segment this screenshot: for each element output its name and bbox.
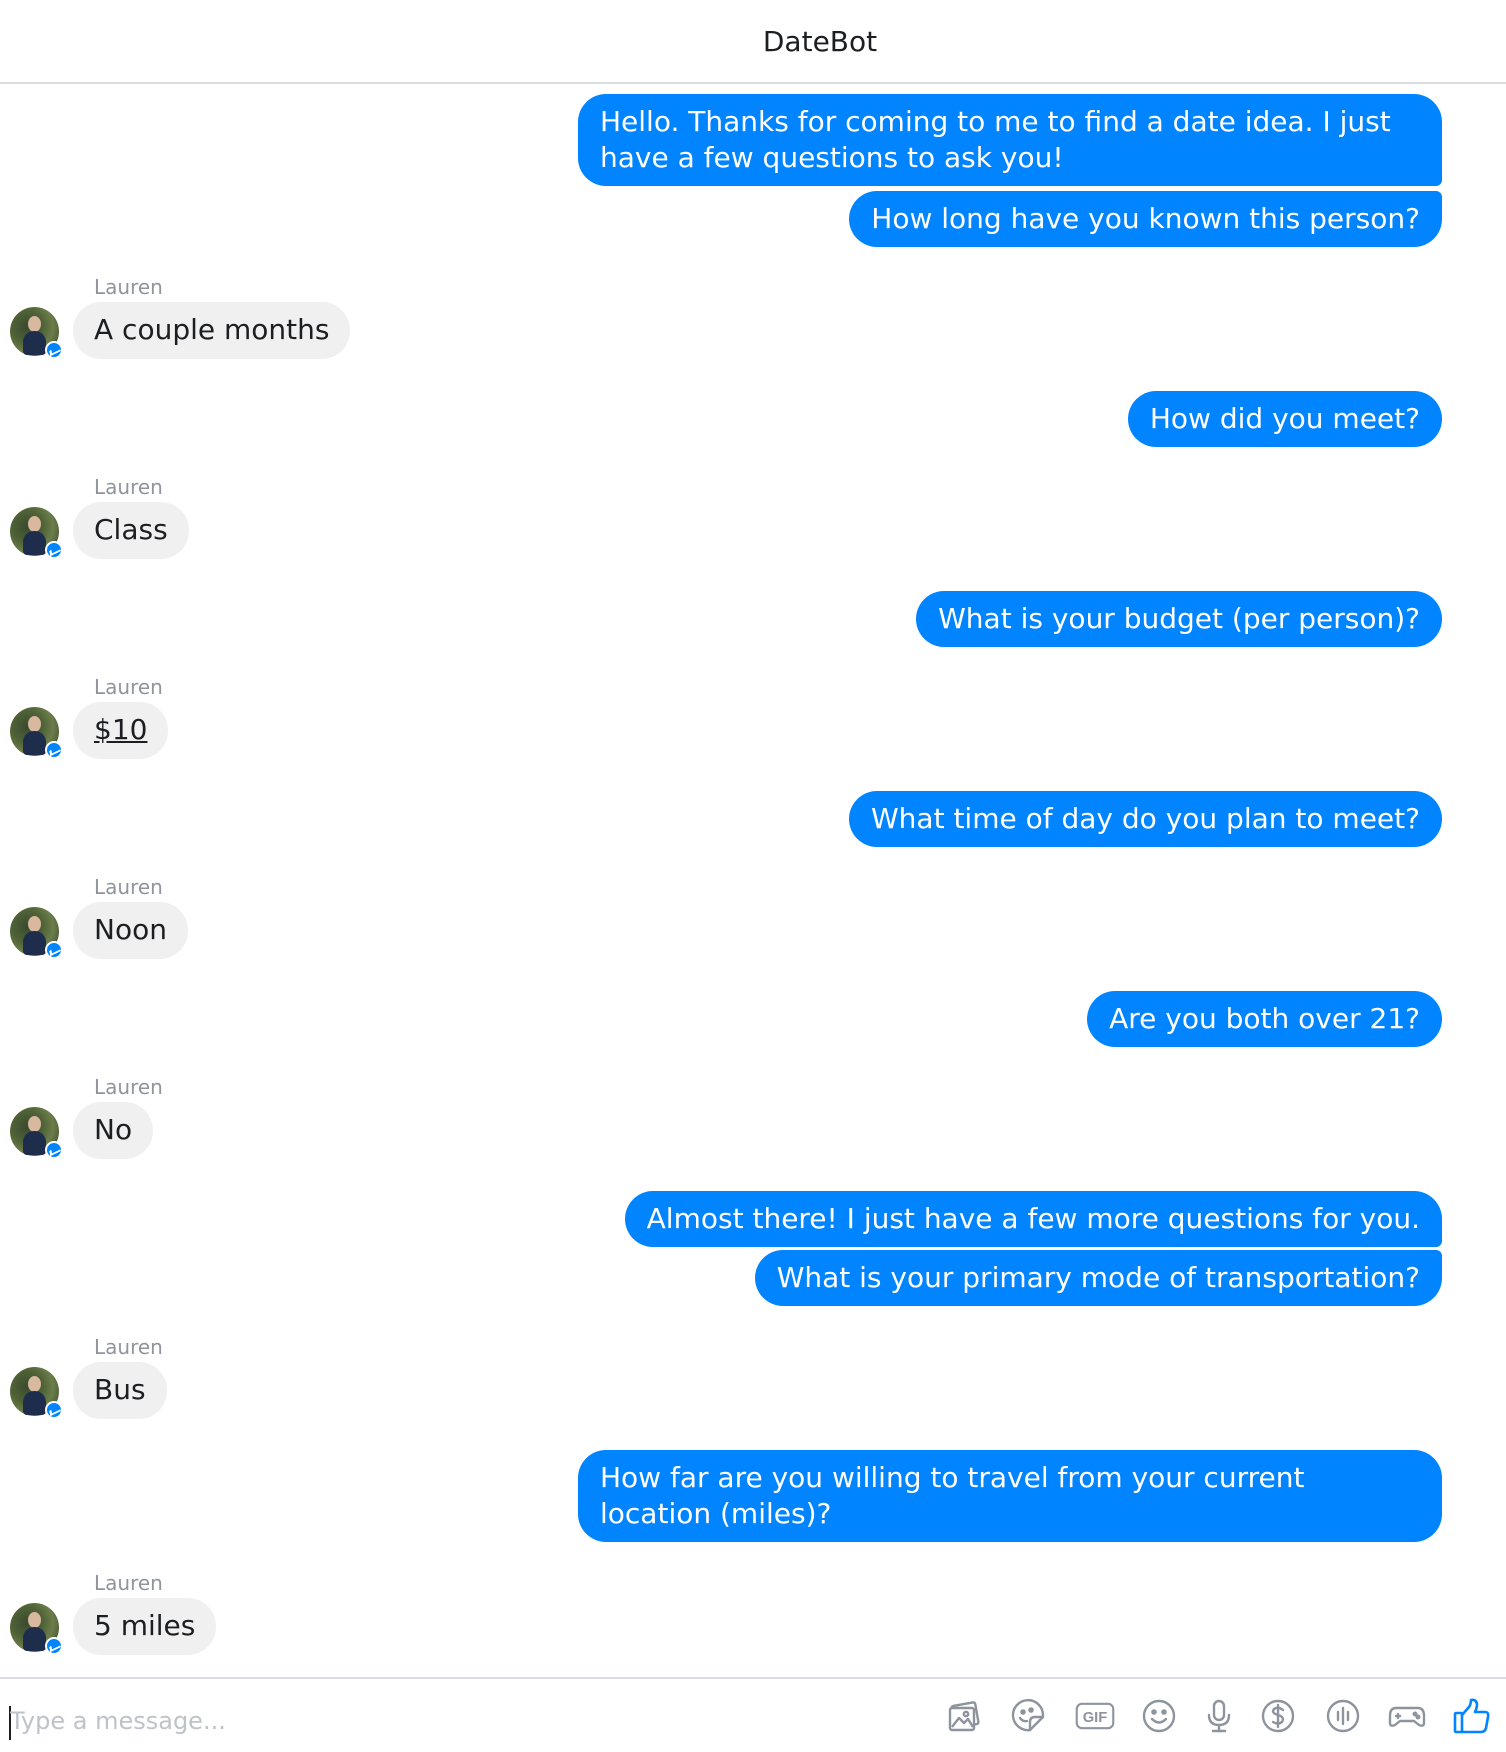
- outgoing-message[interactable]: What is your budget (per person)?: [916, 591, 1442, 647]
- message-text: What is your primary mode of transportat…: [776, 1261, 1420, 1294]
- avatar[interactable]: [10, 1603, 63, 1655]
- outgoing-message[interactable]: Almost there! I just have a few more que…: [624, 1191, 1442, 1247]
- message-text: Class: [94, 513, 168, 546]
- messenger-badge-icon: [45, 1141, 63, 1159]
- sender-name: Lauren: [94, 275, 163, 299]
- messenger-badge-icon: [45, 741, 63, 759]
- payment-icon[interactable]: [1256, 1694, 1300, 1738]
- incoming-message[interactable]: Noon: [73, 902, 188, 959]
- emoji-icon[interactable]: [1137, 1694, 1181, 1738]
- sender-name: Lauren: [94, 875, 163, 899]
- avatar[interactable]: [10, 1367, 63, 1419]
- avatar[interactable]: [10, 1107, 63, 1159]
- incoming-message[interactable]: Class: [73, 502, 189, 559]
- message-text: Noon: [94, 913, 167, 946]
- incoming-message[interactable]: Bus: [73, 1362, 167, 1419]
- sender-name: Lauren: [94, 675, 163, 699]
- outgoing-message[interactable]: Hello. Thanks for coming to me to find a…: [578, 94, 1442, 186]
- messenger-badge-icon: [45, 941, 63, 959]
- message-text: How long have you known this person?: [871, 202, 1420, 235]
- outgoing-message[interactable]: Are you both over 21?: [1087, 991, 1442, 1047]
- avatar[interactable]: [10, 507, 63, 559]
- microphone-icon[interactable]: [1197, 1694, 1241, 1738]
- outgoing-message[interactable]: How long have you known this person?: [849, 191, 1442, 247]
- messenger-badge-icon: [45, 1637, 63, 1655]
- message-text: Hello. Thanks for coming to me to find a…: [600, 105, 1391, 174]
- sender-name: Lauren: [94, 1335, 163, 1359]
- thumbs-up-icon[interactable]: [1450, 1694, 1494, 1738]
- voice-clip-icon[interactable]: [1321, 1694, 1365, 1738]
- messenger-window: DateBot Hello. Thanks for coming to me t…: [0, 0, 1506, 1752]
- sender-name: Lauren: [94, 1075, 163, 1099]
- messenger-badge-icon: [45, 541, 63, 559]
- message-text: 5 miles: [94, 1609, 196, 1642]
- gif-icon[interactable]: GIF: [1072, 1694, 1118, 1738]
- avatar[interactable]: [10, 707, 63, 759]
- sender-name: Lauren: [94, 475, 163, 499]
- avatar[interactable]: [10, 307, 63, 359]
- incoming-message[interactable]: 5 miles: [73, 1598, 217, 1655]
- conversation-title: DateBot: [762, 25, 878, 58]
- message-text: Are you both over 21?: [1109, 1002, 1420, 1035]
- outgoing-message[interactable]: How did you meet?: [1127, 391, 1442, 447]
- message-input[interactable]: [10, 1701, 910, 1741]
- incoming-message[interactable]: No: [73, 1102, 154, 1159]
- message-text: How far are you willing to travel from y…: [600, 1461, 1305, 1530]
- image-icon[interactable]: [942, 1694, 986, 1738]
- message-composer: GIF: [0, 1677, 1506, 1752]
- message-text: No: [94, 1113, 133, 1146]
- message-link[interactable]: $10: [94, 713, 147, 746]
- messenger-badge-icon: [45, 1401, 63, 1419]
- sticker-icon[interactable]: [1007, 1694, 1051, 1738]
- game-icon[interactable]: [1385, 1694, 1429, 1738]
- incoming-message[interactable]: A couple months: [73, 302, 351, 359]
- gif-label: GIF: [1083, 1710, 1108, 1726]
- outgoing-message[interactable]: What is your primary mode of transportat…: [754, 1250, 1442, 1306]
- message-text: Bus: [94, 1373, 146, 1406]
- message-text: What time of day do you plan to meet?: [870, 802, 1420, 835]
- incoming-message[interactable]: $10: [73, 702, 169, 759]
- message-text: Almost there! I just have a few more que…: [646, 1202, 1420, 1235]
- avatar[interactable]: [10, 907, 63, 959]
- message-text: A couple months: [94, 313, 330, 346]
- message-text: How did you meet?: [1149, 402, 1420, 435]
- outgoing-message[interactable]: How far are you willing to travel from y…: [578, 1450, 1442, 1542]
- messenger-badge-icon: [45, 341, 63, 359]
- conversation-header: DateBot: [0, 0, 1506, 84]
- sender-name: Lauren: [94, 1571, 163, 1595]
- message-text: What is your budget (per person)?: [938, 602, 1420, 635]
- outgoing-message[interactable]: What time of day do you plan to meet?: [848, 791, 1442, 847]
